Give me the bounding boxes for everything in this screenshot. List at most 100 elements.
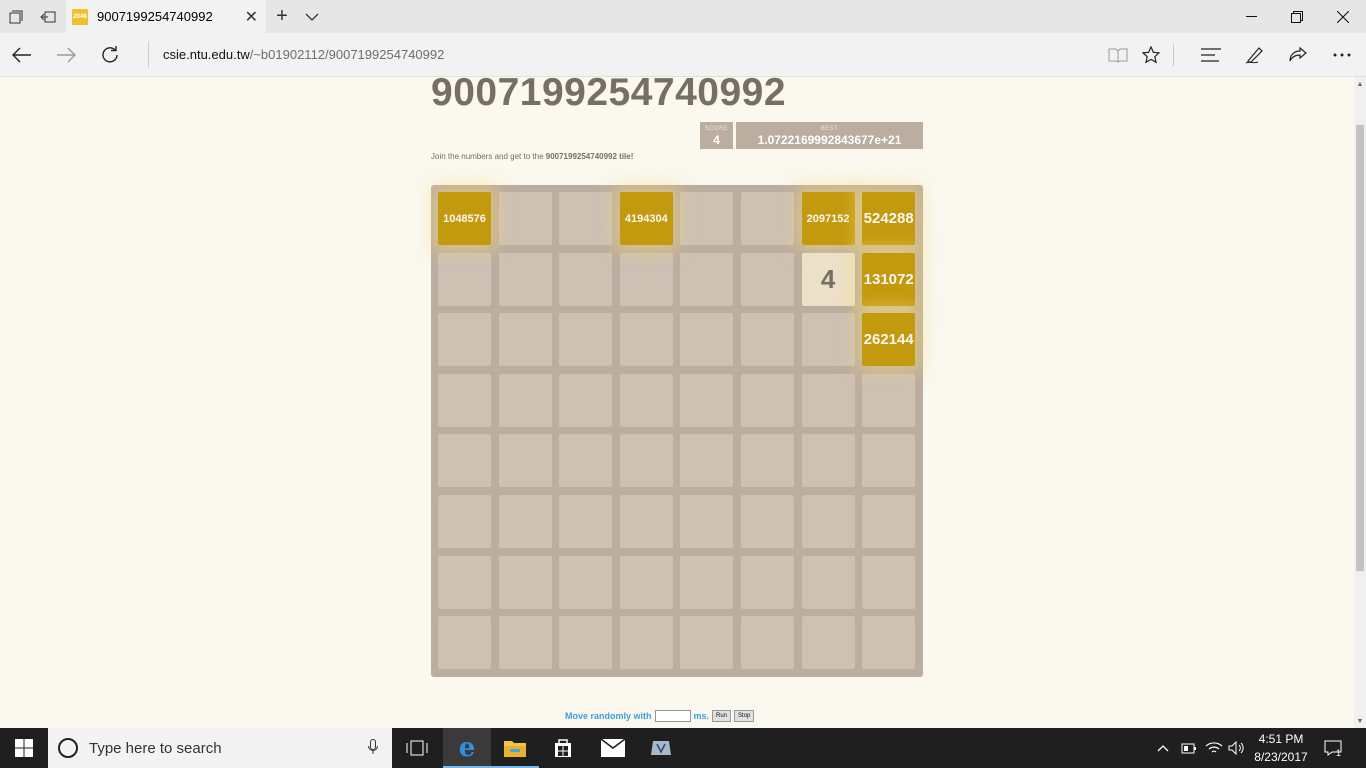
store-icon[interactable]	[539, 728, 587, 768]
best-score-box: BEST 1.0722169992843677e+21	[736, 122, 923, 149]
game-tile: 4194304	[619, 192, 673, 245]
action-center-icon[interactable]: 1	[1324, 728, 1342, 768]
battery-icon[interactable]	[1181, 728, 1197, 768]
vertical-scrollbar[interactable]: ▲ ▼	[1354, 77, 1366, 728]
board-cell	[498, 313, 552, 367]
volume-icon[interactable]	[1228, 728, 1244, 768]
scrollbar-thumb[interactable]	[1356, 125, 1364, 571]
board-cell	[680, 192, 734, 245]
intro-text: Join the numbers and get to the	[431, 152, 546, 161]
game-tile: 262144	[862, 313, 916, 367]
game-intro: Join the numbers and get to the 90071992…	[431, 152, 633, 161]
page-content: 9007199254740992 SCORE 4 BEST 1.07221699…	[0, 77, 1354, 728]
board-cell	[741, 434, 794, 488]
board-cell	[498, 555, 552, 609]
close-window-icon[interactable]	[1320, 0, 1366, 33]
board-cell	[559, 252, 613, 306]
board-cell	[619, 555, 673, 609]
board-cell	[680, 252, 734, 306]
auto-move-controls: Move randomly with ms. Run Stop	[565, 710, 755, 722]
tab-favicon-icon: 2048	[72, 8, 88, 25]
board-cell	[438, 313, 491, 367]
stop-button[interactable]: Stop	[734, 710, 755, 722]
wifi-icon[interactable]	[1205, 728, 1223, 768]
board-cell	[559, 495, 613, 548]
url-path: /~b01902112/9007199254740992	[249, 47, 445, 62]
ms-label: ms.	[693, 711, 710, 721]
score-box: SCORE 4	[700, 122, 733, 149]
board-cell	[559, 434, 613, 488]
game-board[interactable]: 1048576 4194304 2097152 524288 4 131072 262144	[431, 185, 923, 677]
refresh-icon[interactable]	[88, 33, 132, 76]
task-view-icon[interactable]	[395, 728, 439, 768]
address-bar[interactable]: csie.ntu.edu.tw/~b01902112/9007199254740…	[148, 41, 1093, 68]
url-host: csie.ntu.edu.tw	[163, 47, 250, 62]
board-cell	[741, 616, 794, 670]
board-cell	[619, 252, 673, 306]
notification-count: 1	[1336, 748, 1342, 758]
game-tile: 131072	[862, 252, 916, 306]
set-tabs-aside-icon[interactable]	[32, 0, 64, 33]
board-cell	[559, 313, 613, 367]
board-cell	[862, 495, 916, 548]
board-cell	[438, 434, 491, 488]
edge-taskbar-icon[interactable]: e	[443, 728, 491, 768]
tab-title: 9007199254740992	[97, 9, 213, 24]
board-cell	[862, 434, 916, 488]
board-cell	[619, 373, 673, 427]
taskbar-search[interactable]: Type here to search	[48, 728, 392, 768]
windows-start-icon[interactable]	[0, 728, 48, 768]
scroll-down-icon[interactable]: ▼	[1354, 714, 1366, 728]
board-cell	[680, 555, 734, 609]
board-cell	[741, 252, 794, 306]
forward-icon[interactable]	[44, 33, 88, 76]
best-value: 1.0722169992843677e+21	[757, 133, 902, 147]
new-tab-icon[interactable]: +	[270, 0, 294, 33]
active-tab[interactable]: 2048 9007199254740992 ✕	[66, 0, 266, 33]
board-cell	[619, 616, 673, 670]
board-cell	[741, 313, 794, 367]
board-cell	[680, 495, 734, 548]
board-cell	[559, 616, 613, 670]
tabs-aside-icon[interactable]	[0, 0, 32, 33]
chevron-down-icon[interactable]	[300, 0, 324, 33]
board-cell	[680, 313, 734, 367]
scroll-up-icon[interactable]: ▲	[1354, 77, 1366, 91]
hub-icon[interactable]	[1191, 33, 1231, 76]
board-cell	[498, 616, 552, 670]
web-note-pen-icon[interactable]	[1235, 33, 1275, 76]
interval-ms-input[interactable]	[654, 710, 691, 722]
more-options-icon[interactable]	[1322, 33, 1362, 76]
board-cell	[498, 192, 552, 245]
board-cell	[741, 373, 794, 427]
show-hidden-icons-icon[interactable]	[1157, 728, 1169, 768]
board-cell	[801, 555, 855, 609]
share-icon[interactable]	[1278, 33, 1318, 76]
board-cell	[498, 495, 552, 548]
move-randomly-label: Move randomly with	[565, 711, 652, 721]
minimize-icon[interactable]	[1228, 0, 1274, 33]
restore-icon[interactable]	[1274, 0, 1320, 33]
board-cell	[438, 252, 491, 306]
back-icon[interactable]	[0, 33, 44, 76]
board-cell	[438, 495, 491, 548]
favorite-star-icon[interactable]	[1131, 33, 1171, 76]
board-cell	[801, 495, 855, 548]
board-cell	[438, 555, 491, 609]
board-cell	[741, 192, 794, 245]
clock-time: 4:51 PM	[1258, 732, 1304, 746]
system-clock[interactable]: 4:51 PM 8/23/2017	[1250, 730, 1312, 766]
score-label: SCORE	[704, 126, 729, 132]
microphone-icon[interactable]	[368, 739, 378, 758]
close-tab-icon[interactable]: ✕	[245, 7, 258, 27]
board-cell	[862, 616, 916, 670]
run-button[interactable]: Run	[712, 710, 732, 722]
score-value: 4	[713, 133, 720, 147]
intro-target: 9007199254740992 tile!	[545, 152, 634, 161]
app-icon[interactable]	[637, 728, 685, 768]
file-explorer-icon[interactable]	[491, 728, 539, 768]
board-cell	[498, 434, 552, 488]
search-placeholder: Type here to search	[89, 739, 222, 757]
board-cell	[801, 616, 855, 670]
mail-icon[interactable]	[589, 728, 637, 768]
